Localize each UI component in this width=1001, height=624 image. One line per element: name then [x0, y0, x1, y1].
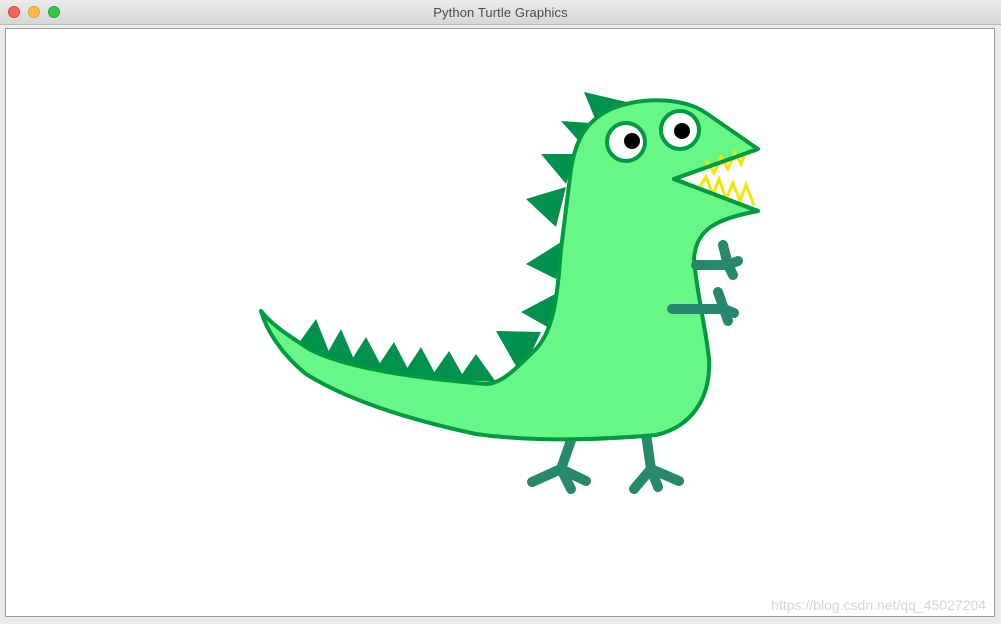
turtle-canvas[interactable]: https://blog.csdn.net/qq_45027204	[5, 28, 995, 617]
dinosaur-body	[259, 98, 760, 442]
dinosaur-drawing	[259, 92, 760, 494]
right-eye	[659, 109, 701, 151]
window-title: Python Turtle Graphics	[433, 5, 568, 20]
title-bar[interactable]: Python Turtle Graphics	[0, 0, 1001, 25]
turtle-window: Python Turtle Graphics https://blog.csdn…	[0, 0, 1001, 624]
left-eye	[605, 121, 647, 163]
watermark-text: https://blog.csdn.net/qq_45027204	[771, 597, 986, 613]
